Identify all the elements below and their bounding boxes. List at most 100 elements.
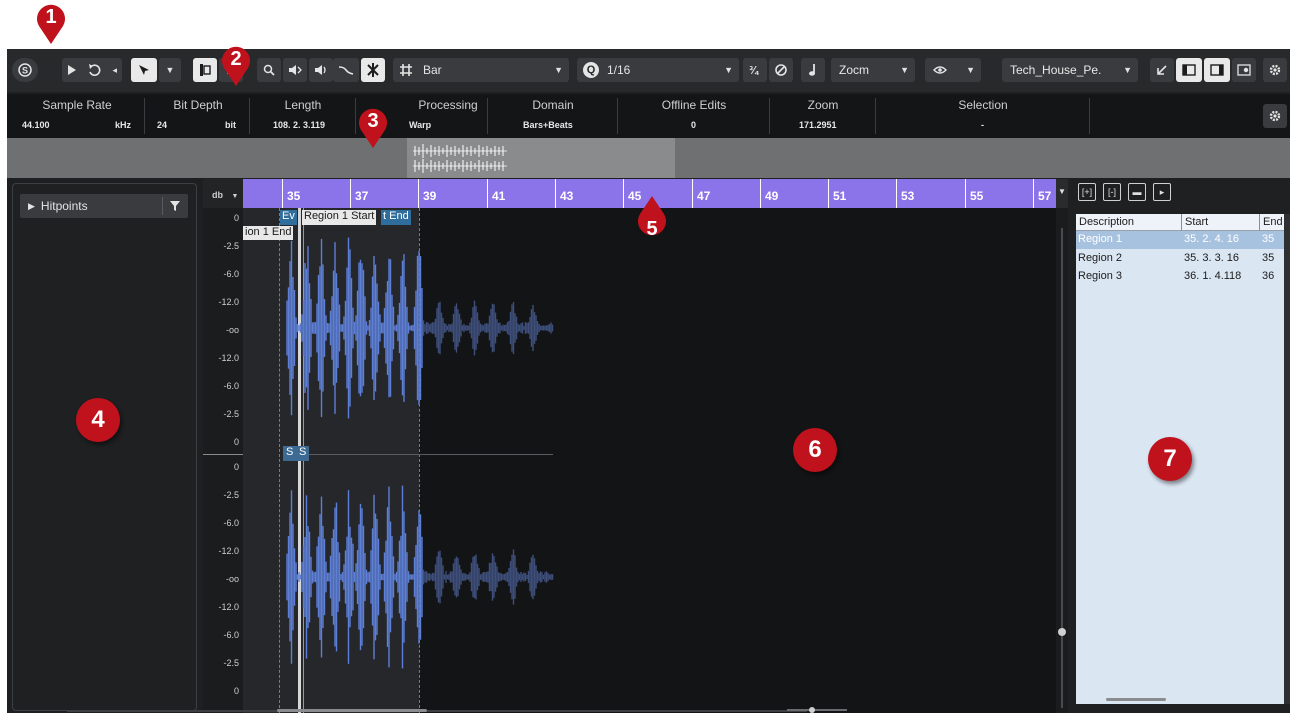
overview-line[interactable] xyxy=(7,138,1290,178)
event-end-marker[interactable]: t End xyxy=(381,210,411,225)
ruler-label: 49 xyxy=(765,189,779,203)
chevron-down-icon: ▼ xyxy=(1058,187,1066,196)
info-line-settings-button[interactable] xyxy=(1263,104,1287,128)
divider xyxy=(162,197,163,215)
horizontal-zoom-slider[interactable] xyxy=(787,707,847,713)
settings-button[interactable] xyxy=(1263,58,1287,82)
zoom-mode-select[interactable]: Zocm ▼ xyxy=(831,58,915,82)
ruler-menu-button[interactable]: ▼ xyxy=(1056,179,1068,208)
range-tool-button[interactable] xyxy=(193,58,217,82)
level-tick: -oo xyxy=(225,325,239,335)
scroll-thumb[interactable] xyxy=(277,709,427,712)
warp-tool-button[interactable] xyxy=(333,58,359,82)
list-vertical-scrollbar[interactable] xyxy=(1284,214,1290,704)
region-row[interactable]: Region 3 36. 1. 4.118 36 xyxy=(1076,268,1286,286)
quantize-select[interactable]: Q 1/16 ▼ xyxy=(577,58,739,82)
callout-2: 2 xyxy=(218,42,254,88)
preset-select[interactable]: Tech_House_Pe. ▼ xyxy=(1002,58,1138,82)
region-row[interactable]: Region 1 35. 2. 4. 16 35 xyxy=(1076,231,1286,249)
region-start-marker[interactable]: Region 1 Start xyxy=(302,210,377,225)
snap-type-select[interactable]: Bar ▼ xyxy=(393,58,569,82)
zoom-track xyxy=(787,709,847,711)
hitpoint-cross-icon xyxy=(367,63,379,77)
tool-select-button[interactable] xyxy=(131,58,157,82)
right-zone-toggle[interactable] xyxy=(1204,58,1230,82)
info-domain[interactable]: Domain Bars+Beats xyxy=(489,94,617,138)
overview-view-rectangle[interactable] xyxy=(407,138,675,178)
ruler-tick xyxy=(418,179,419,208)
setup-window-layout-button[interactable] xyxy=(1232,58,1256,82)
quantize-reset-button[interactable] xyxy=(769,58,793,82)
magnifier-icon xyxy=(263,64,275,76)
ruler-tick xyxy=(350,179,351,208)
column-header-description[interactable]: Description xyxy=(1076,214,1182,231)
sample-editor-window: S ◂ ▼ Bar ▼ Q 1/16 ▼ ¾ Zocm ▼ ▼ Tech_Hou… xyxy=(7,49,1290,713)
window-open-button[interactable] xyxy=(1150,58,1174,82)
info-value: 171.2951 xyxy=(799,120,837,130)
horizontal-scrollbar[interactable] xyxy=(67,707,867,713)
channel-divider xyxy=(203,454,243,455)
vertical-zoom-thumb[interactable] xyxy=(1058,628,1066,636)
hitpoint-tool-button[interactable] xyxy=(361,58,385,82)
info-zoom[interactable]: Zoom 171.2951 xyxy=(771,94,875,138)
level-tick: -6.0 xyxy=(223,518,239,528)
view-options-select[interactable]: ▼ xyxy=(925,58,981,82)
info-unit: kHz xyxy=(115,120,132,130)
region-row[interactable]: Region 2 35. 3. 3. 16 35 xyxy=(1076,250,1286,268)
region-end: 36 xyxy=(1262,270,1275,282)
play-region-button[interactable]: ▸ xyxy=(1153,183,1171,201)
play-tool-button[interactable] xyxy=(283,58,307,82)
zoom-thumb[interactable] xyxy=(809,707,815,713)
loop-icon[interactable] xyxy=(87,63,103,77)
info-sample-rate[interactable]: Sample Rate 44.100 kHz xyxy=(7,94,147,138)
snap-type-value: Bar xyxy=(423,63,442,77)
hitpoints-section-header[interactable]: ▶ Hitpoints xyxy=(20,194,188,218)
solo-button[interactable]: S xyxy=(12,58,38,82)
snap-point-marker[interactable]: S xyxy=(296,446,310,461)
level-tick: -12.0 xyxy=(218,602,239,612)
callout-number: 2 xyxy=(230,48,242,70)
region-end-marker[interactable]: ion 1 End xyxy=(243,226,294,240)
ruler-tick xyxy=(555,179,556,208)
info-length[interactable]: Length 108. 2. 3.119 xyxy=(251,94,355,138)
speaker-button[interactable] xyxy=(309,58,333,82)
snap-point-marker[interactable]: S xyxy=(283,446,297,461)
info-label: Selection xyxy=(958,98,1008,112)
waveform-display[interactable]: Ev Region 1 Start t End ion 1 End S S xyxy=(243,208,1056,713)
info-bit-depth[interactable]: Bit Depth 24 bit xyxy=(147,94,249,138)
column-header-start[interactable]: Start xyxy=(1182,214,1260,231)
play-icon[interactable] xyxy=(67,64,77,76)
loop-caret-icon[interactable]: ◂ xyxy=(113,65,118,76)
info-offline-edits[interactable]: Offline Edits 0 xyxy=(619,94,769,138)
level-scale: 0 -2.5 -6.0 -12.0 -oo -12.0 -6.0 -2.5 0 … xyxy=(203,208,243,713)
expand-triangle-icon[interactable]: ▶ xyxy=(28,201,35,212)
region-end: 35 xyxy=(1262,233,1275,245)
layout-gear-icon xyxy=(1237,64,1251,76)
svg-text:S: S xyxy=(22,66,28,76)
remove-region-button[interactable]: [-] xyxy=(1103,183,1121,201)
event-start-marker[interactable]: Ev xyxy=(280,210,297,225)
level-tick: 0 xyxy=(233,462,239,472)
column-header-end[interactable]: End xyxy=(1260,214,1286,231)
level-unit-label: db xyxy=(212,190,223,200)
ruler-label: 35 xyxy=(287,189,301,203)
level-tick: 0 xyxy=(233,213,239,223)
level-tick: -2.5 xyxy=(223,409,239,419)
musical-mode-button[interactable] xyxy=(801,58,825,82)
info-selection[interactable]: Selection - xyxy=(877,94,1089,138)
overview-waveform xyxy=(413,144,507,173)
region-start: 35. 3. 3. 16 xyxy=(1184,252,1240,264)
list-scroll-thumb[interactable] xyxy=(1106,698,1166,701)
iterative-quantize-button[interactable]: ¾ xyxy=(743,58,767,82)
select-region-button[interactable]: ▬ xyxy=(1128,183,1146,201)
tool-dropdown[interactable]: ▼ xyxy=(159,58,181,82)
level-scale-header[interactable]: db ▼ xyxy=(203,179,243,208)
region-description: Region 2 xyxy=(1078,252,1123,264)
vertical-scrollbar[interactable] xyxy=(1056,208,1068,713)
add-region-button[interactable]: [+] xyxy=(1078,183,1096,201)
ruler-tick xyxy=(692,179,693,208)
gear-icon xyxy=(1269,64,1281,76)
filter-icon[interactable] xyxy=(169,200,181,212)
left-zone-toggle[interactable] xyxy=(1176,58,1202,82)
zoom-tool-button[interactable] xyxy=(257,58,281,82)
